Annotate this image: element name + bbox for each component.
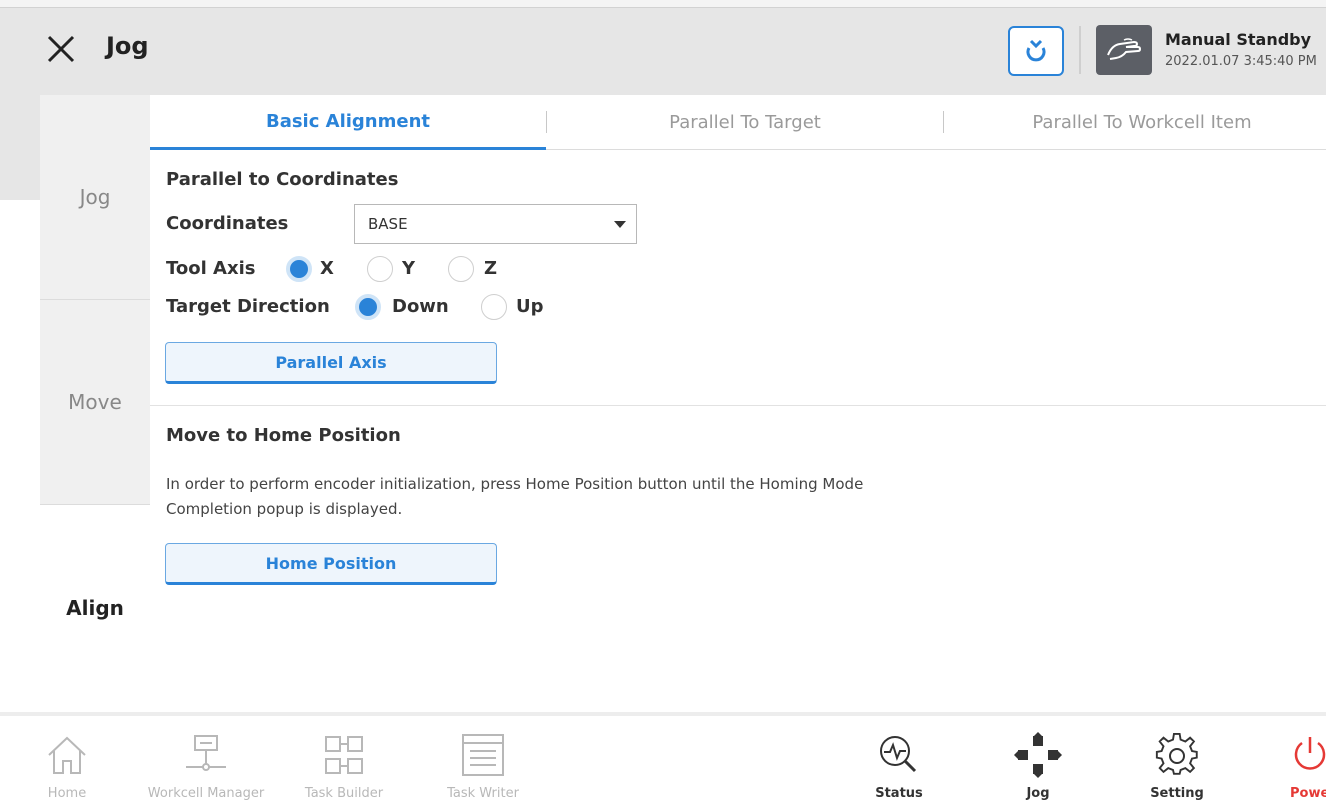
nav-label: Power [1290, 786, 1326, 801]
gear-icon [1154, 730, 1200, 780]
left-gray-strip [0, 95, 40, 200]
tool-axis-y-label: Y [402, 258, 416, 279]
chevron-down-icon [614, 221, 626, 228]
home-icon [45, 730, 89, 780]
sidebar-item-label: Align [66, 595, 124, 620]
sidebar-item-align[interactable]: Align [40, 505, 150, 710]
nav-task-writer[interactable]: Task Writer [436, 716, 530, 802]
status-icon [875, 730, 923, 780]
header-divider [1079, 26, 1081, 74]
coordinates-select[interactable]: BASE [354, 204, 637, 244]
bottom-nav: Home Workcell Manager Task Builder Task … [0, 712, 1326, 802]
target-direction-down-label: Down [392, 296, 449, 317]
sync-button[interactable] [1008, 26, 1064, 76]
refresh-arrow-icon [1026, 39, 1046, 62]
close-button[interactable] [40, 28, 82, 70]
manual-mode-button[interactable] [1096, 25, 1152, 75]
nav-home[interactable]: Home [40, 716, 94, 802]
target-direction-down-radio[interactable] [355, 294, 381, 320]
nav-label: Workcell Manager [147, 786, 265, 801]
tab-basic-alignment[interactable]: Basic Alignment [150, 95, 546, 150]
nav-label: Status [875, 786, 923, 801]
nav-task-builder[interactable]: Task Builder [294, 716, 394, 802]
nav-label: Jog [1026, 786, 1050, 801]
nav-label: Task Writer [447, 786, 519, 801]
nav-label: Setting [1150, 786, 1204, 801]
section-divider [150, 405, 1326, 406]
coordinates-select-value: BASE [368, 215, 408, 233]
target-direction-up-label: Up [516, 296, 544, 317]
sidebar-item-move[interactable]: Move [40, 300, 150, 504]
tab-bar: Basic Alignment Parallel To Target Paral… [150, 95, 1326, 150]
tool-axis-x-label: X [320, 258, 334, 279]
tool-axis-x-radio[interactable] [286, 256, 312, 282]
nav-label: Task Builder [304, 786, 384, 801]
robot-status-title: Manual Standby [1165, 30, 1312, 49]
section-title-home: Move to Home Position [166, 425, 401, 446]
robot-status-time: 2022.01.07 3:45:40 PM [1165, 54, 1317, 69]
parallel-axis-button[interactable]: Parallel Axis [165, 342, 497, 384]
task-writer-icon [460, 730, 506, 780]
hand-icon [1107, 38, 1142, 60]
coordinates-label: Coordinates [166, 213, 289, 234]
nav-status[interactable]: Status [866, 716, 932, 802]
header-top-strip [0, 0, 1326, 8]
tool-axis-y-radio[interactable] [367, 256, 393, 282]
tool-axis-label: Tool Axis [166, 258, 256, 279]
tool-axis-z-radio[interactable] [448, 256, 474, 282]
nav-label: Home [47, 786, 87, 801]
workcell-icon [181, 730, 231, 780]
home-description: In order to perform encoder initializati… [166, 475, 864, 518]
side-nav: Jog Move Align [40, 95, 150, 710]
nav-workcell-manager[interactable]: Workcell Manager [136, 716, 276, 802]
nav-jog[interactable]: Jog [1008, 716, 1068, 802]
close-icon [47, 35, 75, 63]
page-title: Jog [106, 32, 149, 60]
target-direction-up-radio[interactable] [481, 294, 507, 320]
nav-power[interactable]: Power [1282, 716, 1326, 802]
section-title-parallel: Parallel to Coordinates [166, 169, 399, 190]
tool-axis-z-label: Z [484, 258, 498, 279]
tab-parallel-to-workcell-item[interactable]: Parallel To Workcell Item [944, 95, 1326, 150]
jog-icon [1012, 730, 1064, 780]
sidebar-item-label: Jog [79, 185, 111, 209]
home-position-button[interactable]: Home Position [165, 543, 497, 585]
sidebar-item-label: Move [68, 390, 122, 414]
target-direction-label: Target Direction [166, 296, 330, 317]
nav-setting[interactable]: Setting [1142, 716, 1212, 802]
power-icon [1290, 730, 1326, 780]
sidebar-item-jog[interactable]: Jog [40, 95, 150, 299]
task-builder-icon [322, 730, 366, 780]
tab-parallel-to-target[interactable]: Parallel To Target [547, 95, 943, 150]
